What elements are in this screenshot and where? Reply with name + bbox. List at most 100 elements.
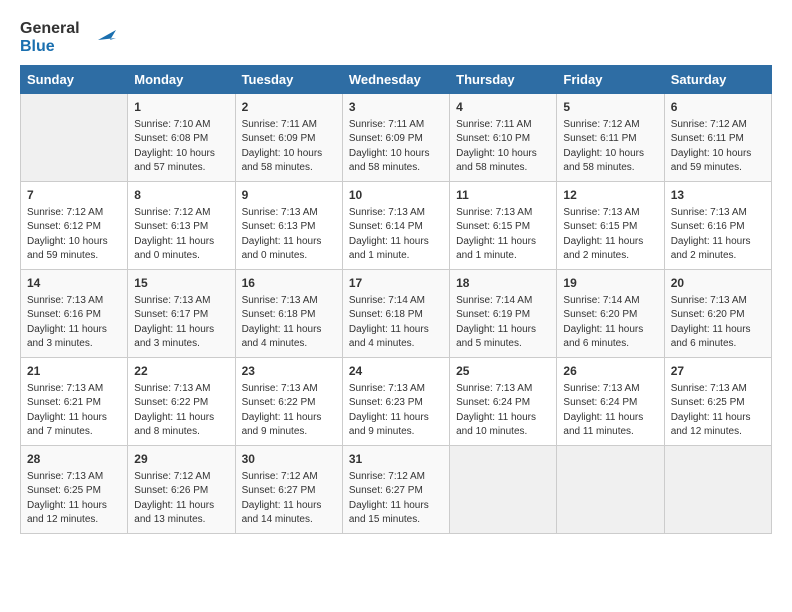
day-sun-info: Sunrise: 7:13 AM Sunset: 6:14 PM Dayligh…: [349, 206, 443, 264]
day-sun-info: Sunrise: 7:11 AM Sunset: 6:09 PM Dayligh…: [349, 118, 443, 176]
calendar-day-cell: [21, 94, 128, 182]
calendar-week-row: 28 Sunrise: 7:13 AM Sunset: 6:25 PM Dayli…: [21, 446, 772, 534]
calendar-day-cell: 20 Sunrise: 7:13 AM Sunset: 6:20 PM Dayli…: [664, 270, 771, 358]
calendar-day-cell: 9Sunrise: 7:13 AM Sunset: 6:13 PM Daylig…: [235, 182, 342, 270]
day-sun-info: Sunrise: 7:13 AM Sunset: 6:22 PM Dayligh…: [242, 382, 336, 440]
day-of-week-header: Saturday: [664, 66, 771, 94]
day-sun-info: Sunrise: 7:13 AM Sunset: 6:21 PM Dayligh…: [27, 382, 121, 440]
calendar-day-cell: 13 Sunrise: 7:13 AM Sunset: 6:16 PM Dayli…: [664, 182, 771, 270]
calendar-day-cell: 16 Sunrise: 7:13 AM Sunset: 6:18 PM Dayli…: [235, 270, 342, 358]
day-number: 9: [242, 187, 336, 204]
calendar-week-row: 1 Sunrise: 7:10 AM Sunset: 6:08 PM Daylig…: [21, 94, 772, 182]
day-number: 10: [349, 187, 443, 204]
calendar-day-cell: 14Sunrise: 7:13 AM Sunset: 6:16 PM Dayli…: [21, 270, 128, 358]
day-sun-info: Sunrise: 7:13 AM Sunset: 6:15 PM Dayligh…: [563, 206, 657, 264]
day-sun-info: Sunrise: 7:13 AM Sunset: 6:17 PM Dayligh…: [134, 294, 228, 352]
calendar-day-cell: 5 Sunrise: 7:12 AM Sunset: 6:11 PM Daylig…: [557, 94, 664, 182]
day-sun-info: Sunrise: 7:14 AM Sunset: 6:18 PM Dayligh…: [349, 294, 443, 352]
calendar-day-cell: 28 Sunrise: 7:13 AM Sunset: 6:25 PM Dayli…: [21, 446, 128, 534]
logo-bird-icon: [88, 22, 116, 50]
calendar-day-cell: 12 Sunrise: 7:13 AM Sunset: 6:15 PM Dayli…: [557, 182, 664, 270]
logo: General Blue: [20, 20, 116, 55]
day-number: 22: [134, 363, 228, 380]
calendar-day-cell: 8 Sunrise: 7:12 AM Sunset: 6:13 PM Daylig…: [128, 182, 235, 270]
day-sun-info: Sunrise: 7:12 AM Sunset: 6:11 PM Dayligh…: [563, 118, 657, 176]
calendar-day-cell: 1 Sunrise: 7:10 AM Sunset: 6:08 PM Daylig…: [128, 94, 235, 182]
day-sun-info: Sunrise: 7:12 AM Sunset: 6:11 PM Dayligh…: [671, 118, 765, 176]
calendar-table: SundayMondayTuesdayWednesdayThursdayFrid…: [20, 65, 772, 534]
day-number: 2: [242, 99, 336, 116]
calendar-day-cell: 7Sunrise: 7:12 AM Sunset: 6:12 PM Daylig…: [21, 182, 128, 270]
day-number: 19: [563, 275, 657, 292]
calendar-day-cell: 17Sunrise: 7:14 AM Sunset: 6:18 PM Dayli…: [342, 270, 449, 358]
day-number: 29: [134, 451, 228, 468]
header-row: SundayMondayTuesdayWednesdayThursdayFrid…: [21, 66, 772, 94]
day-number: 24: [349, 363, 443, 380]
day-sun-info: Sunrise: 7:13 AM Sunset: 6:25 PM Dayligh…: [27, 470, 121, 528]
day-number: 14: [27, 275, 121, 292]
day-sun-info: Sunrise: 7:13 AM Sunset: 6:24 PM Dayligh…: [456, 382, 550, 440]
calendar-day-cell: 19 Sunrise: 7:14 AM Sunset: 6:20 PM Dayli…: [557, 270, 664, 358]
day-sun-info: Sunrise: 7:13 AM Sunset: 6:18 PM Dayligh…: [242, 294, 336, 352]
day-sun-info: Sunrise: 7:13 AM Sunset: 6:22 PM Dayligh…: [134, 382, 228, 440]
day-number: 21: [27, 363, 121, 380]
day-sun-info: Sunrise: 7:14 AM Sunset: 6:19 PM Dayligh…: [456, 294, 550, 352]
day-number: 27: [671, 363, 765, 380]
calendar-day-cell: 21 Sunrise: 7:13 AM Sunset: 6:21 PM Dayli…: [21, 358, 128, 446]
calendar-day-cell: 27 Sunrise: 7:13 AM Sunset: 6:25 PM Dayli…: [664, 358, 771, 446]
day-of-week-header: Friday: [557, 66, 664, 94]
day-of-week-header: Monday: [128, 66, 235, 94]
calendar-day-cell: 23 Sunrise: 7:13 AM Sunset: 6:22 PM Dayli…: [235, 358, 342, 446]
calendar-day-cell: 31Sunrise: 7:12 AM Sunset: 6:27 PM Dayli…: [342, 446, 449, 534]
day-number: 3: [349, 99, 443, 116]
calendar-day-cell: 24 Sunrise: 7:13 AM Sunset: 6:23 PM Dayli…: [342, 358, 449, 446]
day-sun-info: Sunrise: 7:10 AM Sunset: 6:08 PM Dayligh…: [134, 118, 228, 176]
day-number: 12: [563, 187, 657, 204]
day-number: 23: [242, 363, 336, 380]
calendar-week-row: 7Sunrise: 7:12 AM Sunset: 6:12 PM Daylig…: [21, 182, 772, 270]
day-sun-info: Sunrise: 7:13 AM Sunset: 6:15 PM Dayligh…: [456, 206, 550, 264]
calendar-day-cell: [557, 446, 664, 534]
day-number: 1: [134, 99, 228, 116]
day-sun-info: Sunrise: 7:14 AM Sunset: 6:20 PM Dayligh…: [563, 294, 657, 352]
day-number: 13: [671, 187, 765, 204]
day-number: 20: [671, 275, 765, 292]
day-number: 18: [456, 275, 550, 292]
calendar-week-row: 14Sunrise: 7:13 AM Sunset: 6:16 PM Dayli…: [21, 270, 772, 358]
calendar-day-cell: 10 Sunrise: 7:13 AM Sunset: 6:14 PM Dayli…: [342, 182, 449, 270]
day-number: 25: [456, 363, 550, 380]
calendar-day-cell: 2 Sunrise: 7:11 AM Sunset: 6:09 PM Daylig…: [235, 94, 342, 182]
day-number: 6: [671, 99, 765, 116]
day-of-week-header: Sunday: [21, 66, 128, 94]
day-sun-info: Sunrise: 7:12 AM Sunset: 6:13 PM Dayligh…: [134, 206, 228, 264]
calendar-day-cell: 4 Sunrise: 7:11 AM Sunset: 6:10 PM Daylig…: [450, 94, 557, 182]
day-sun-info: Sunrise: 7:12 AM Sunset: 6:12 PM Dayligh…: [27, 206, 121, 264]
day-sun-info: Sunrise: 7:13 AM Sunset: 6:20 PM Dayligh…: [671, 294, 765, 352]
calendar-day-cell: 6 Sunrise: 7:12 AM Sunset: 6:11 PM Daylig…: [664, 94, 771, 182]
day-number: 16: [242, 275, 336, 292]
day-sun-info: Sunrise: 7:13 AM Sunset: 6:25 PM Dayligh…: [671, 382, 765, 440]
day-sun-info: Sunrise: 7:12 AM Sunset: 6:27 PM Dayligh…: [242, 470, 336, 528]
calendar-week-row: 21 Sunrise: 7:13 AM Sunset: 6:21 PM Dayli…: [21, 358, 772, 446]
logo-line2: Blue: [20, 38, 80, 56]
calendar-day-cell: 3 Sunrise: 7:11 AM Sunset: 6:09 PM Daylig…: [342, 94, 449, 182]
calendar-day-cell: 29 Sunrise: 7:12 AM Sunset: 6:26 PM Dayli…: [128, 446, 235, 534]
logo-text: General Blue: [20, 20, 80, 55]
day-sun-info: Sunrise: 7:12 AM Sunset: 6:27 PM Dayligh…: [349, 470, 443, 528]
day-number: 11: [456, 187, 550, 204]
day-number: 5: [563, 99, 657, 116]
day-sun-info: Sunrise: 7:11 AM Sunset: 6:10 PM Dayligh…: [456, 118, 550, 176]
day-sun-info: Sunrise: 7:11 AM Sunset: 6:09 PM Dayligh…: [242, 118, 336, 176]
day-number: 4: [456, 99, 550, 116]
day-of-week-header: Thursday: [450, 66, 557, 94]
calendar-day-cell: 15Sunrise: 7:13 AM Sunset: 6:17 PM Dayli…: [128, 270, 235, 358]
day-sun-info: Sunrise: 7:12 AM Sunset: 6:26 PM Dayligh…: [134, 470, 228, 528]
calendar-day-cell: [664, 446, 771, 534]
day-sun-info: Sunrise: 7:13 AM Sunset: 6:16 PM Dayligh…: [671, 206, 765, 264]
day-number: 8: [134, 187, 228, 204]
calendar-day-cell: 26Sunrise: 7:13 AM Sunset: 6:24 PM Dayli…: [557, 358, 664, 446]
day-of-week-header: Wednesday: [342, 66, 449, 94]
day-sun-info: Sunrise: 7:13 AM Sunset: 6:23 PM Dayligh…: [349, 382, 443, 440]
calendar-day-cell: 18 Sunrise: 7:14 AM Sunset: 6:19 PM Dayli…: [450, 270, 557, 358]
day-number: 28: [27, 451, 121, 468]
